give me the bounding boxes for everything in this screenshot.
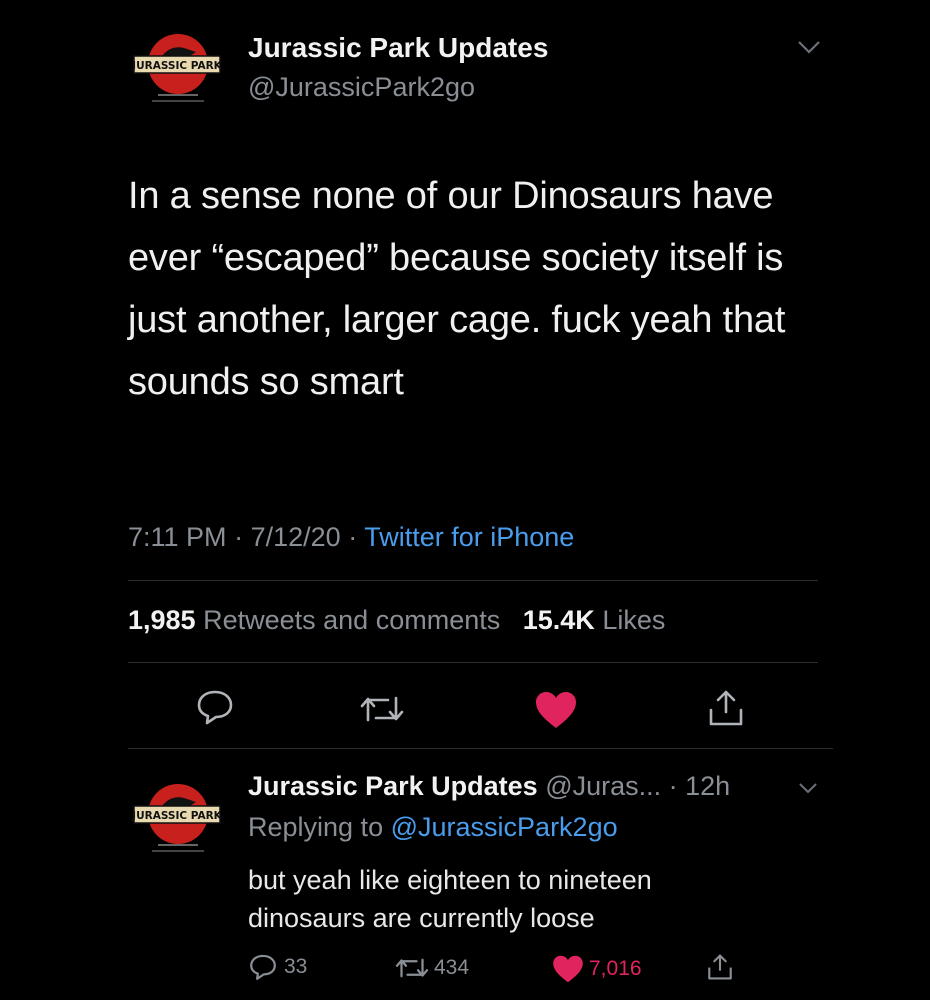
reply-icon[interactable]	[195, 688, 235, 726]
reply-age: · 12h	[668, 771, 731, 801]
reply-count: 33	[284, 955, 308, 978]
likes-stat[interactable]: 15.4K Likes	[523, 605, 666, 635]
retweet-icon[interactable]	[358, 692, 406, 726]
heart-icon[interactable]	[533, 690, 579, 730]
divider	[128, 580, 818, 581]
reply-retweet-action[interactable]: 434	[394, 955, 469, 981]
reply-author-handle[interactable]: @Juras...	[545, 771, 661, 801]
heart-icon	[553, 955, 583, 983]
meta-separator: ·	[348, 522, 358, 552]
reply-text: but yeah like eighteen to nineteen dinos…	[248, 865, 652, 933]
chevron-down-icon[interactable]	[796, 38, 822, 56]
reply-author-name[interactable]: Jurassic Park Updates	[248, 771, 538, 801]
avatar[interactable]: JURASSIC PARK	[128, 22, 224, 118]
tweet-source-link[interactable]: Twitter for iPhone	[364, 522, 574, 552]
tweet-date: 7/12/20	[250, 522, 341, 552]
share-icon[interactable]	[705, 952, 735, 987]
replying-to-handle[interactable]: @JurassicPark2go	[391, 812, 618, 842]
reply-avatar[interactable]: JURASSIC PARK	[128, 772, 224, 868]
svg-text:JURASSIC PARK: JURASSIC PARK	[131, 60, 223, 72]
chevron-down-icon[interactable]	[797, 781, 819, 796]
retweets-stat[interactable]: 1,985 Retweets and comments	[128, 605, 500, 635]
replying-to: Replying to @JurassicPark2go	[248, 812, 618, 842]
tweet-time: 7:11 PM	[128, 522, 227, 552]
reply-icon	[250, 954, 276, 980]
author-handle[interactable]: @JurassicPark2go	[248, 72, 475, 103]
meta-separator: ·	[234, 522, 244, 552]
divider	[128, 662, 818, 663]
svg-text:JURASSIC PARK: JURASSIC PARK	[131, 810, 223, 822]
like-count: 7,016	[589, 957, 642, 980]
share-icon[interactable]	[705, 688, 747, 728]
reply-header: Jurassic Park Updates @Juras... · 12h	[248, 771, 730, 802]
tweet-meta: 7:11 PM · 7/12/20 · Twitter for iPhone	[128, 522, 574, 553]
reply-like-action[interactable]: 7,016	[551, 954, 642, 984]
reply-reply-action[interactable]: 33	[248, 953, 307, 981]
author-name[interactable]: Jurassic Park Updates	[248, 32, 548, 64]
tweet-text: In a sense none of our Dinosaurs have ev…	[128, 175, 786, 403]
divider	[128, 748, 833, 749]
engagement-stats: 1,985 Retweets and comments 15.4K Likes	[128, 605, 665, 636]
retweet-icon	[395, 958, 429, 978]
retweet-count: 434	[434, 956, 470, 979]
